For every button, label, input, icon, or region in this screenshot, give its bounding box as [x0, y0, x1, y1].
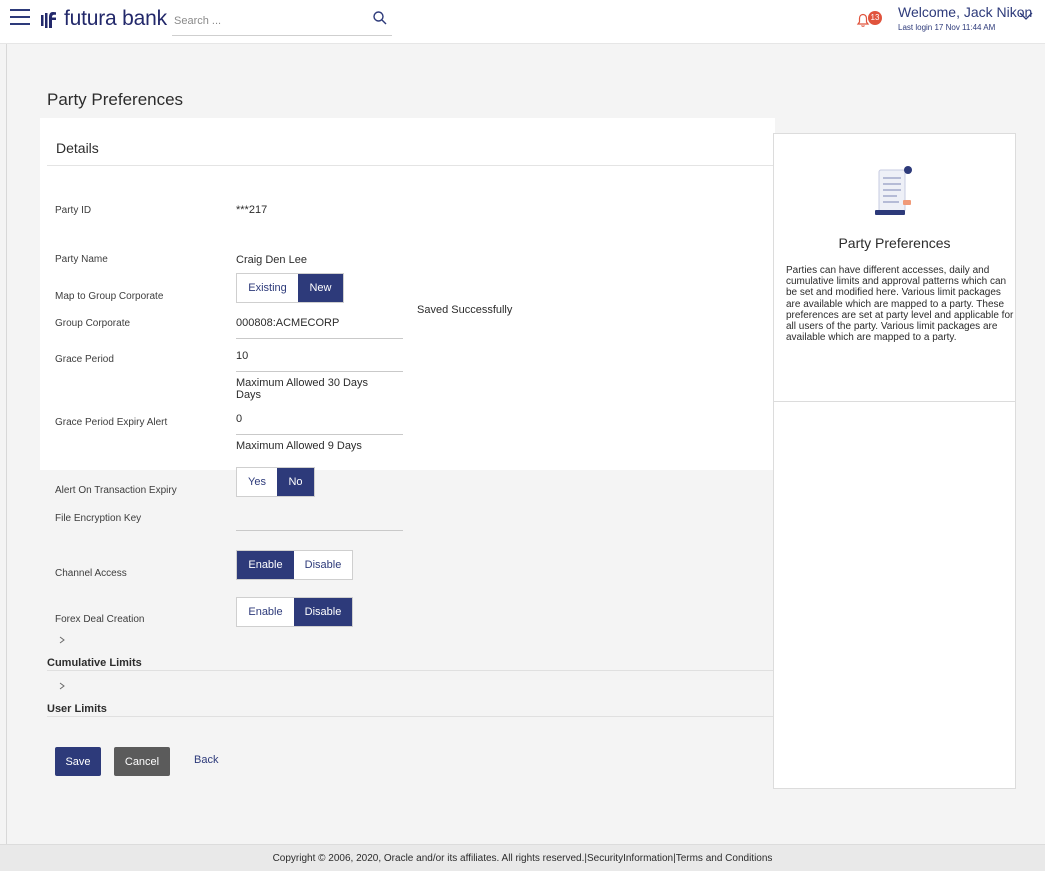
search-icon[interactable]: [372, 10, 388, 26]
group-corporate-value: 000808:ACMECORP: [236, 317, 340, 329]
user-limits-section[interactable]: User Limits: [47, 703, 107, 715]
map-group-existing-option[interactable]: Existing: [237, 274, 298, 302]
forex-deal-toggle: Enable Disable: [236, 597, 353, 627]
top-header: futura bank Search ... 13 Welcome, Jack …: [0, 0, 1045, 44]
grace-expiry-alert-label: Grace Period Expiry Alert: [55, 417, 168, 428]
back-link[interactable]: Back: [194, 754, 218, 766]
footer-text: Copyright © 2006, 2020, Oracle and/or it…: [0, 844, 1045, 871]
party-id-value: ***217: [236, 204, 268, 216]
chevron-right-icon[interactable]: [58, 682, 66, 690]
channel-access-toggle: Enable Disable: [236, 550, 353, 580]
alert-txn-expiry-label: Alert On Transaction Expiry: [55, 485, 177, 496]
cancel-button[interactable]: Cancel: [114, 747, 170, 776]
chevron-down-icon[interactable]: [1018, 10, 1034, 22]
grace-period-label: Grace Period: [55, 354, 114, 365]
document-icon: [875, 166, 912, 215]
save-button[interactable]: Save: [55, 747, 101, 776]
map-group-new-option[interactable]: New: [298, 274, 343, 302]
file-encryption-key-label: File Encryption Key: [55, 513, 142, 524]
brand-name: futura bank: [64, 7, 167, 30]
page-title: Party Preferences: [47, 90, 184, 109]
party-name-value: Craig Den Lee: [236, 254, 307, 266]
group-corporate-label: Group Corporate: [55, 318, 131, 329]
cumulative-limits-divider: [47, 670, 775, 671]
party-name-label: Party Name: [55, 254, 108, 265]
welcome-text[interactable]: Welcome, Jack Nikon: [898, 4, 1032, 20]
file-encryption-key-underline: [236, 530, 403, 531]
forex-deal-enable-option[interactable]: Enable: [237, 598, 294, 626]
menu-icon[interactable]: [10, 9, 30, 25]
alert-txn-expiry-toggle: Yes No: [236, 467, 315, 497]
grace-period-input[interactable]: 10: [236, 350, 248, 362]
grace-period-hint: Maximum Allowed 30 Days Days: [236, 377, 369, 401]
user-limits-divider: [47, 716, 775, 717]
forex-deal-label: Forex Deal Creation: [55, 614, 145, 625]
alert-txn-yes-option[interactable]: Yes: [237, 468, 277, 496]
search-placeholder: Search ...: [174, 15, 222, 27]
brand-logo-icon: [41, 12, 56, 28]
details-title: Details: [56, 140, 99, 156]
help-panel-divider: [774, 401, 1015, 402]
chevron-right-icon[interactable]: [58, 636, 66, 644]
side-divider: [6, 44, 7, 844]
map-group-label: Map to Group Corporate: [55, 291, 164, 302]
channel-access-label: Channel Access: [55, 568, 127, 579]
saved-message: Saved Successfully: [417, 304, 513, 316]
party-id-label: Party ID: [55, 205, 92, 216]
channel-access-disable-option[interactable]: Disable: [294, 551, 352, 579]
group-corporate-underline: [236, 338, 403, 339]
search-input[interactable]: Search ...: [172, 6, 392, 36]
last-login-text: Last login 17 Nov 11:44 AM: [898, 23, 996, 32]
notification-badge: 13: [868, 11, 882, 25]
grace-expiry-alert-input[interactable]: 0: [236, 413, 242, 425]
grace-period-underline: [236, 371, 403, 372]
map-group-toggle: Existing New: [236, 273, 344, 303]
grace-expiry-alert-underline: [236, 434, 403, 435]
cumulative-limits-section[interactable]: Cumulative Limits: [47, 657, 142, 669]
alert-txn-no-option[interactable]: No: [277, 468, 314, 496]
details-divider: [47, 165, 775, 166]
help-panel: Party Preferences Parties can have diffe…: [773, 133, 1016, 789]
help-panel-text: Parties can have different accesses, dai…: [786, 265, 1014, 344]
forex-deal-disable-option[interactable]: Disable: [294, 598, 352, 626]
grace-expiry-alert-hint: Maximum Allowed 9 Days: [236, 440, 362, 452]
help-panel-title: Party Preferences: [838, 235, 951, 251]
channel-access-enable-option[interactable]: Enable: [237, 551, 294, 579]
